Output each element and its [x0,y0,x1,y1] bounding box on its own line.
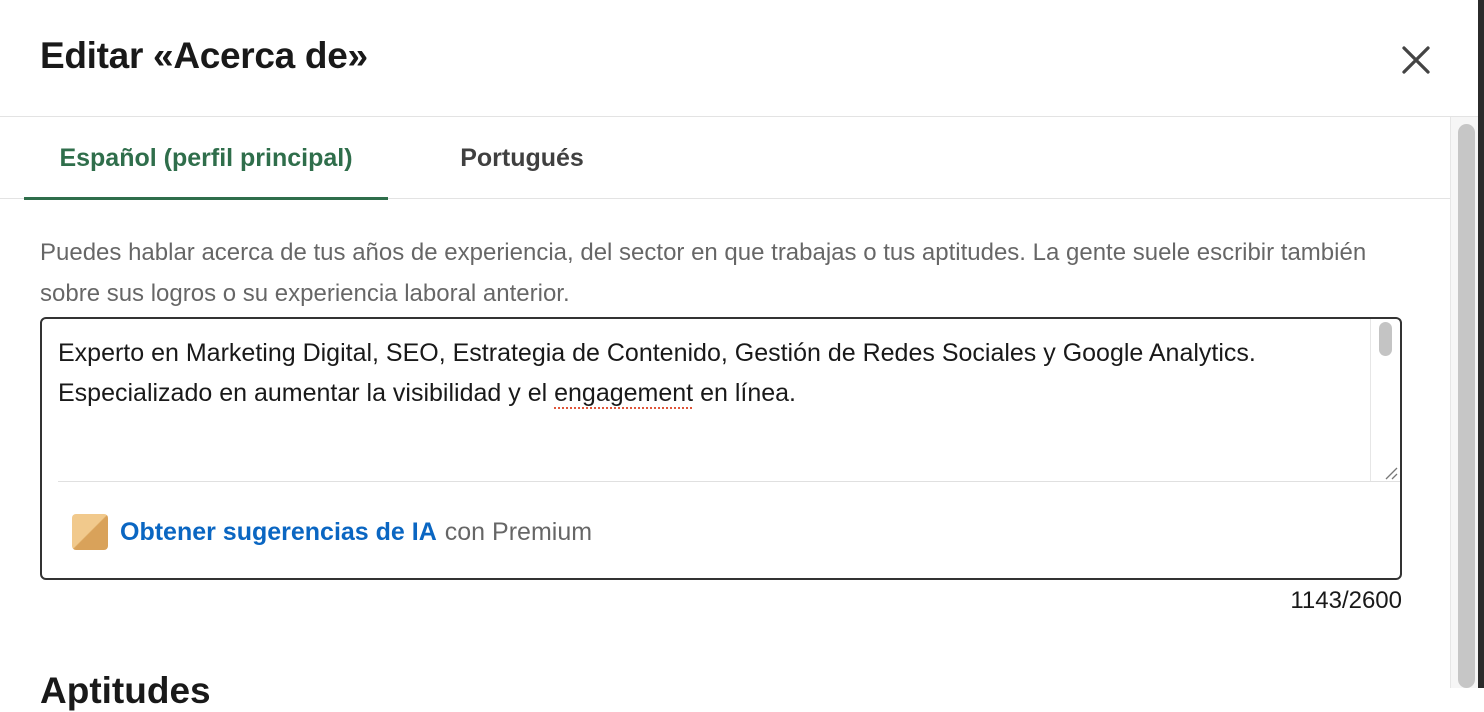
helper-text: Puedes hablar acerca de tus años de expe… [40,239,1367,307]
about-text-end: en línea. [693,379,796,407]
character-counter: 1143/2600 [1290,587,1402,614]
tab-portuguese[interactable]: Portugués [436,117,608,199]
close-button[interactable] [1390,34,1442,86]
tab-spanish[interactable]: Español (perfil principal) [24,117,388,200]
about-textarea[interactable]: Experto en Marketing Digital, SEO, Estra… [58,321,1370,481]
field-divider [58,481,1400,482]
close-icon [1402,46,1430,74]
edit-about-dialog: Editar «Acerca de» Español (perfil princ… [0,0,1484,711]
ai-suggestions-row: Obtener sugerencias de IA con Premium [72,513,592,551]
skills-section-title: Aptitudes [40,670,211,711]
premium-badge-icon [72,514,108,550]
textarea-scrollbar-thumb[interactable] [1379,322,1392,356]
premium-note: con Premium [444,517,593,546]
spellcheck-flagged-word: engagement [554,379,694,407]
ai-suggestions-link[interactable]: Obtener sugerencias de IA [120,518,437,547]
language-tabs: Español (perfil principal) Portugués [0,117,1450,200]
about-field: Experto en Marketing Digital, SEO, Estra… [40,317,1402,580]
dialog-title: Editar «Acerca de» [40,35,368,76]
dialog-header: Editar «Acerca de» [0,0,1484,117]
dialog-scrollbar-thumb[interactable] [1458,124,1475,688]
resize-grip-icon[interactable] [1382,464,1398,480]
window-edge [1478,0,1484,688]
